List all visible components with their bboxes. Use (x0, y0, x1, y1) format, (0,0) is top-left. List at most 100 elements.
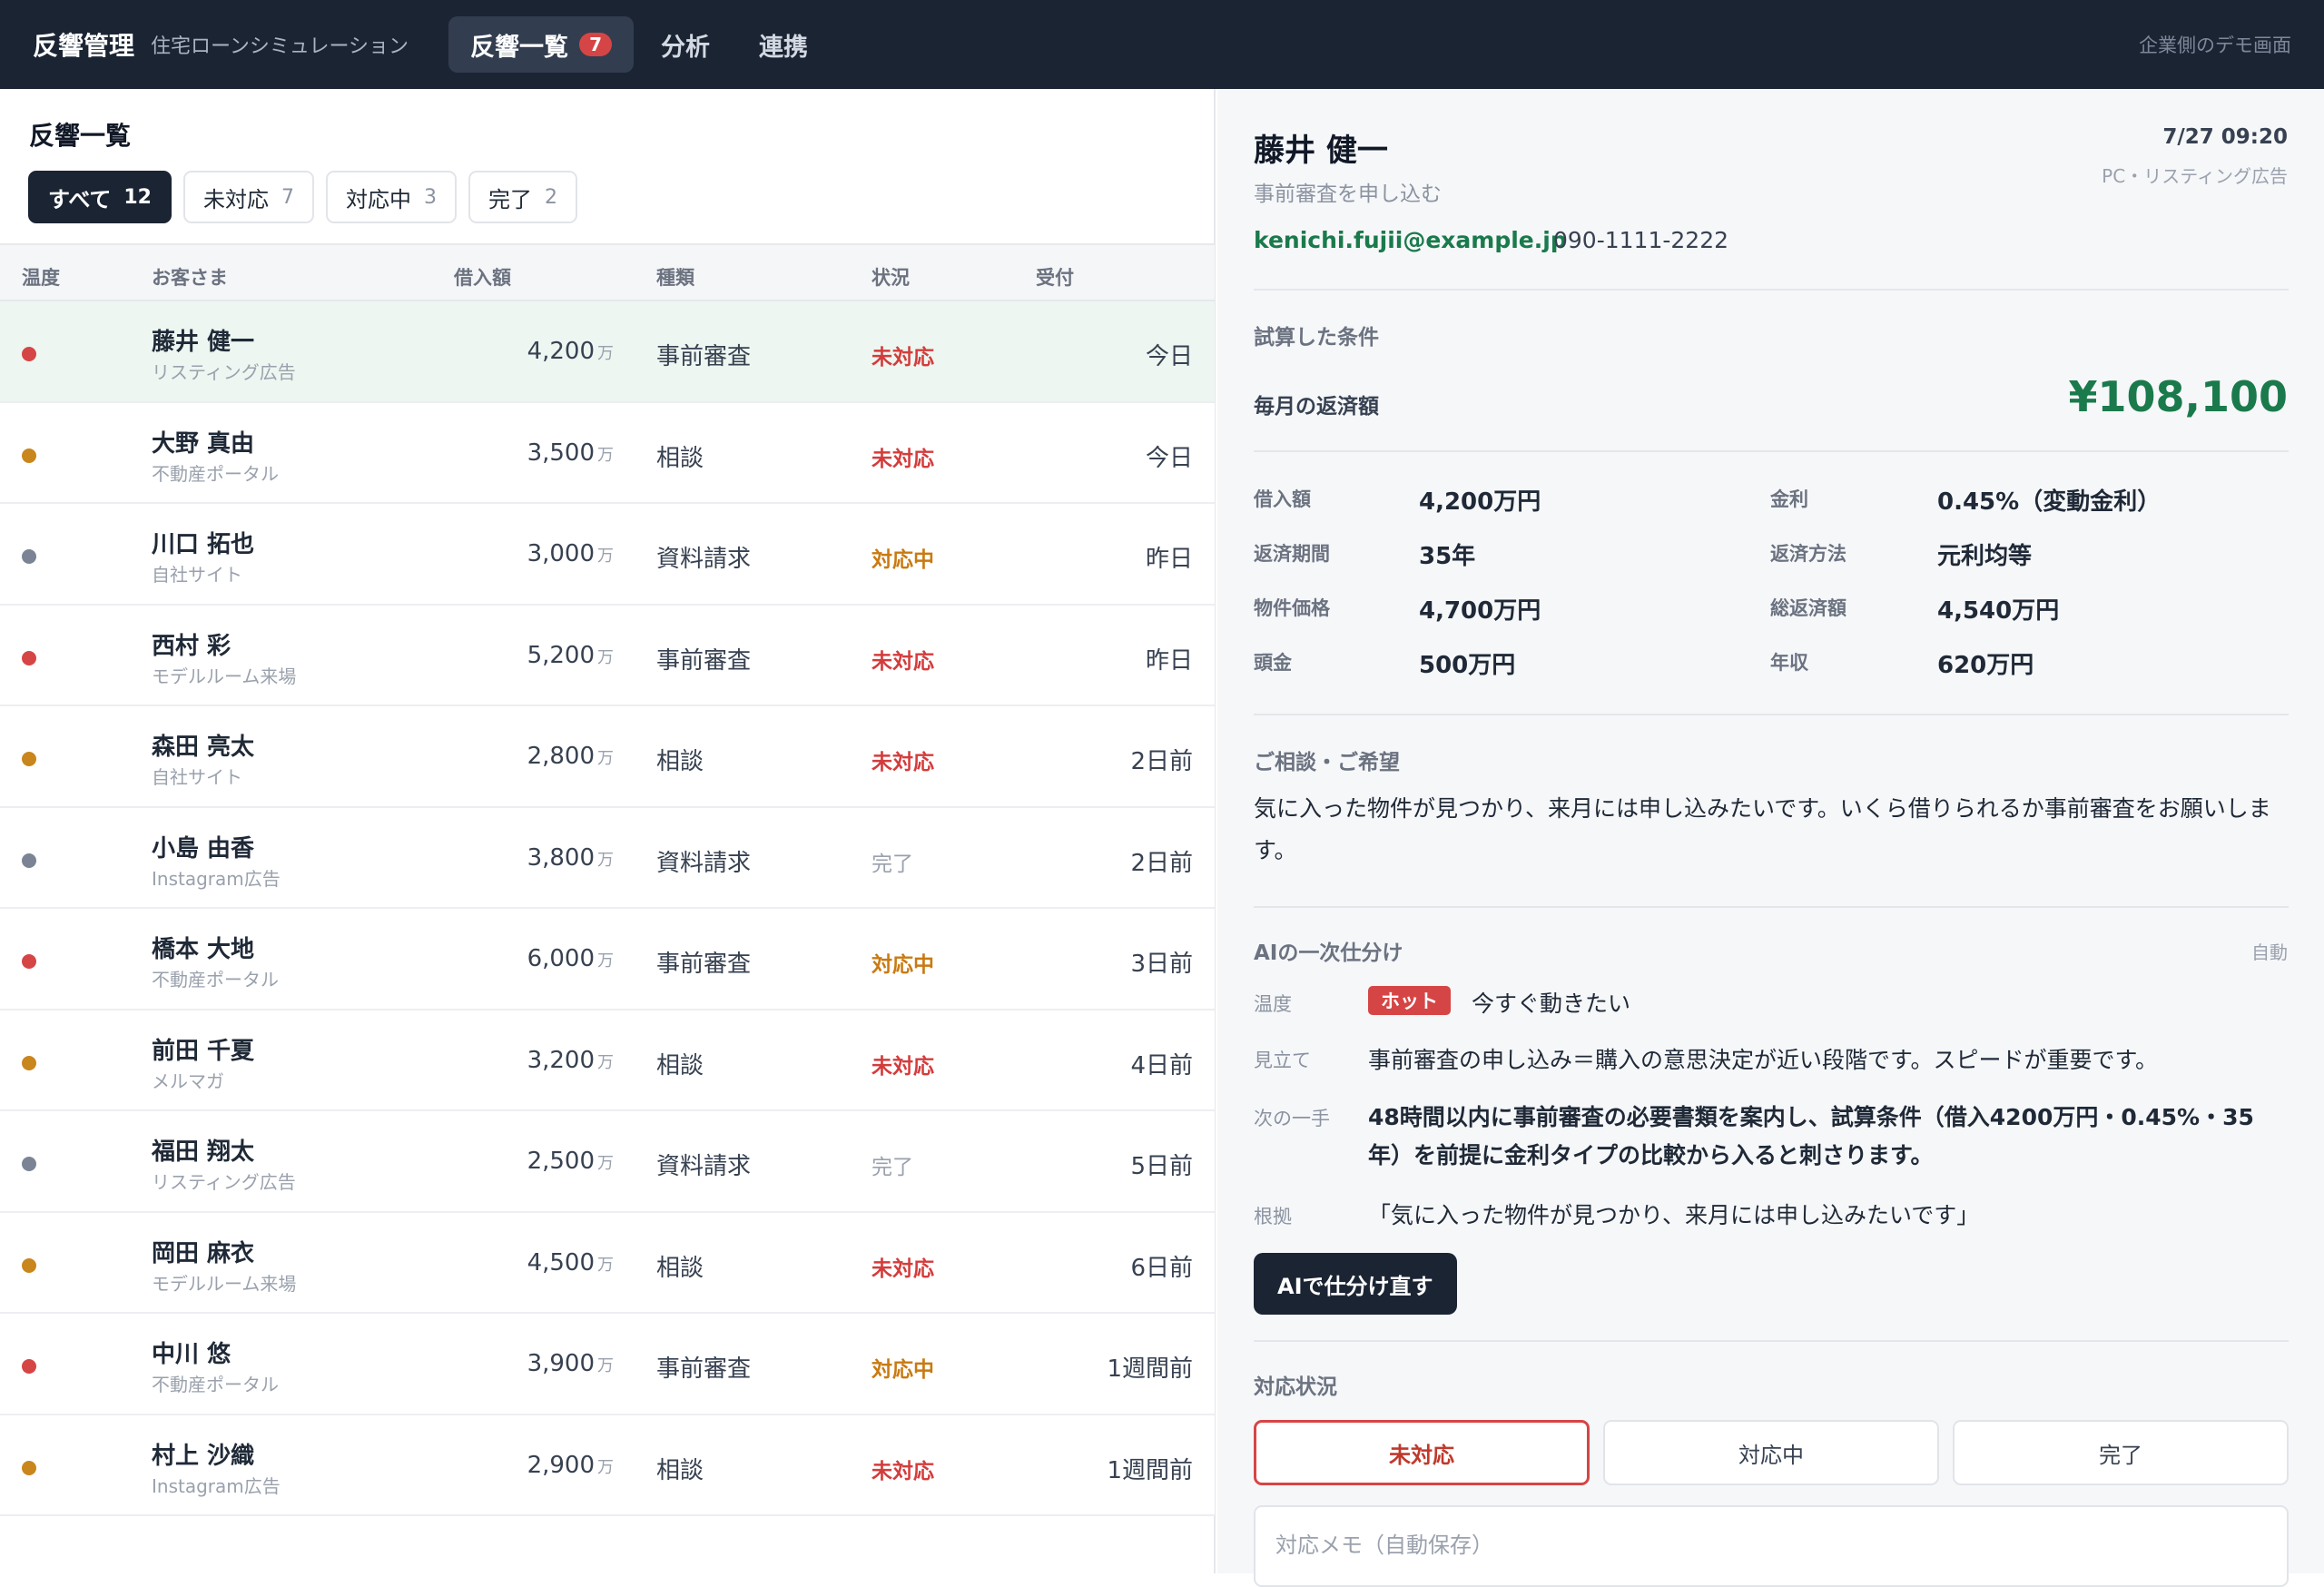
table-row[interactable]: 中川 悠不動産ポータル 3,900 万 事前審査 対応中 1週間前 (0, 1314, 1215, 1415)
column-header-status[interactable]: 状況 (872, 263, 910, 291)
loan-amount: 3,800 万 (454, 844, 614, 872)
table-row[interactable]: 森田 亮太 自社サイト 2,800 万 相談 未対応 2日前 (0, 706, 1215, 808)
filter-label: 完了 (488, 186, 532, 212)
condition-label: 返済期間 (1254, 543, 1330, 565)
condition-label: 借入額 (1254, 488, 1311, 510)
app-brand: 反響管理 (33, 31, 135, 61)
status-badge: 完了 (872, 1156, 913, 1179)
temperature-dot-icon (22, 1460, 36, 1475)
table-row[interactable]: 西村 彩モデルルーム来場 5,200 万 事前審査 未対応 昨日 (0, 605, 1215, 706)
condition-value: 35年 (1419, 543, 1476, 570)
table-header: 温度 お客さま 借入額 種類 状況 受付 (0, 243, 1215, 301)
column-header-kind[interactable]: 種類 (656, 263, 694, 291)
loan-amount-unit: 万 (597, 1052, 614, 1072)
loan-amount-value: 3,800 (527, 843, 595, 872)
loan-amount: 2,800 万 (454, 743, 614, 770)
received-date: 5日前 (1130, 1153, 1193, 1180)
inquiry-kind: 相談 (656, 1456, 704, 1484)
filter-in-progress[interactable]: 対応中 3 (326, 171, 457, 223)
loan-amount-value: 2,800 (527, 743, 595, 770)
customer-name: 中川 悠 (152, 1341, 231, 1368)
top-bar: 反響管理 住宅ローンシミュレーション 反響一覧 7 分析 連携 企業側のデモ画面 (0, 0, 2324, 89)
customer-name: 大野 真由 (152, 429, 255, 458)
loan-amount-value: 3,900 (527, 1350, 595, 1377)
customer-name: 橋本 大地 (152, 936, 255, 963)
customer-name: 藤井 健一 (1254, 133, 1388, 169)
nav-item-inquiries[interactable]: 反響一覧 7 (448, 16, 635, 73)
loan-amount: 3,500 万 (454, 439, 614, 467)
inquiry-action: 事前審査を申し込む (1254, 182, 1442, 206)
status-done-button[interactable]: 完了 (1953, 1420, 2289, 1485)
condition-value: 4,700万円 (1419, 597, 1541, 625)
received-date: 3日前 (1130, 951, 1193, 978)
customer-phone[interactable]: 090-1111-2222 (1553, 227, 1728, 253)
customer-source: 自社サイト (152, 564, 242, 586)
inquiry-kind: 相談 (656, 1051, 704, 1079)
condition-label: 年収 (1770, 652, 1808, 674)
status-badge: 完了 (872, 852, 913, 876)
temperature-dot-icon (22, 448, 36, 463)
table-row[interactable]: 小島 由香 Instagram広告 3,800 万 資料請求 完了 2日前 (0, 807, 1215, 909)
ai-retriage-button[interactable]: AIで仕分け直す (1254, 1253, 1457, 1315)
table-row[interactable]: 前田 千夏 メルマガ 3,200 万 相談 未対応 4日前 (0, 1010, 1215, 1111)
customer-source: モデルルーム来場 (152, 1272, 297, 1295)
table-row[interactable]: 村上 沙織 Instagram広告 2,900 万 相談 未対応 1週間前 (0, 1414, 1215, 1516)
table-row[interactable]: 藤井 健一 リスティング広告 4,200 万 事前審査 未対応 今日 (0, 301, 1215, 403)
filter-pending[interactable]: 未対応 7 (183, 171, 314, 223)
table-row[interactable]: 岡田 麻衣 モデルルーム来場 4,500 万 相談 未対応 6日前 (0, 1212, 1215, 1314)
monthly-payment-label: 毎月の返済額 (1254, 395, 1379, 419)
ai-temp-label: 温度 (1254, 993, 1292, 1015)
status-in-progress-button[interactable]: 対応中 (1603, 1420, 1939, 1485)
condition-label: 金利 (1770, 488, 1808, 510)
temperature-dot-icon (22, 650, 36, 665)
column-header-received[interactable]: 受付 (1036, 263, 1074, 291)
filter-all[interactable]: すべて 12 (28, 171, 172, 223)
status-pending-button[interactable]: 未対応 (1254, 1420, 1590, 1485)
status-badge: 対応中 (872, 953, 934, 977)
ai-triage-title: AIの一次仕分け (1254, 941, 1403, 965)
temperature-dot-icon (22, 347, 36, 361)
nav-item-integrations[interactable]: 連携 (737, 16, 830, 73)
customer-name: 村上 沙織 (152, 1442, 255, 1470)
list-title: 反響一覧 (29, 121, 132, 151)
inquiry-count-badge: 7 (579, 33, 613, 56)
filter-label: 対応中 (346, 186, 411, 212)
column-header-customer[interactable]: お客さま (152, 263, 228, 291)
loan-amount-unit: 万 (597, 1356, 614, 1375)
filter-count: 7 (281, 185, 294, 209)
inquiry-detail-panel: 藤井 健一 事前審査を申し込む 7/27 09:20 PC・リスティング広告 k… (1217, 89, 2324, 1587)
loan-amount: 6,000 万 (454, 945, 614, 972)
received-date: 1週間前 (1107, 1456, 1193, 1484)
table-row[interactable]: 大野 真由 不動産ポータル 3,500 万 相談 未対応 今日 (0, 402, 1215, 504)
loan-amount-value: 3,200 (527, 1046, 595, 1074)
divider (1254, 906, 2289, 908)
status-badge: 未対応 (872, 1257, 934, 1281)
status-badge: 未対応 (872, 751, 934, 774)
inquiry-kind: 資料請求 (656, 849, 752, 877)
memo-textarea[interactable]: 対応メモ（自動保存） (1254, 1505, 2289, 1587)
loan-amount-value: 2,500 (527, 1148, 595, 1175)
inquiry-table-body: 藤井 健一 リスティング広告 4,200 万事前審査 未対応 今日 大野 真由 不動産ポータル… (0, 301, 1215, 1516)
nav-item-analytics[interactable]: 分析 (639, 16, 732, 73)
column-header-temp[interactable]: 温度 (22, 263, 60, 291)
temperature-dot-icon (22, 1359, 36, 1374)
inquiry-kind: 相談 (656, 1254, 704, 1282)
table-row[interactable]: 橋本 大地 不動産ポータル 6,000 万 事前審査 対応中 3日前 (0, 909, 1215, 1010)
status-filter-group: すべて 12 未対応 7 対応中 3 完了 2 (28, 171, 589, 223)
ai-basis-text: 「気に入った物件が見つかり、来月には申し込みたいです」 (1368, 1202, 1980, 1228)
column-header-amount[interactable]: 借入額 (454, 263, 511, 291)
table-row[interactable]: 福田 翔太 リスティング広告 2,500 万 資料請求 完了 5日前 (0, 1111, 1215, 1213)
condition-label: 総返済額 (1770, 597, 1846, 619)
loan-amount-value: 4,500 (527, 1248, 595, 1276)
condition-label: 物件価格 (1254, 597, 1330, 619)
customer-source: 自社サイト (152, 766, 242, 788)
status-badge: 対応中 (872, 1358, 934, 1382)
customer-name: 森田 亮太 (152, 734, 255, 761)
customer-name: 西村 彩 (152, 632, 231, 660)
filter-done[interactable]: 完了 2 (468, 171, 577, 223)
filter-label: すべて (48, 186, 112, 212)
table-row[interactable]: 川口 拓也 自社サイト 3,000 万 資料請求 対応中 昨日 (0, 504, 1215, 606)
loan-amount: 2,500 万 (454, 1148, 614, 1175)
loan-amount-unit: 万 (597, 1154, 614, 1173)
customer-email-link[interactable]: kenichi.fujii@example.jp (1254, 227, 1567, 253)
